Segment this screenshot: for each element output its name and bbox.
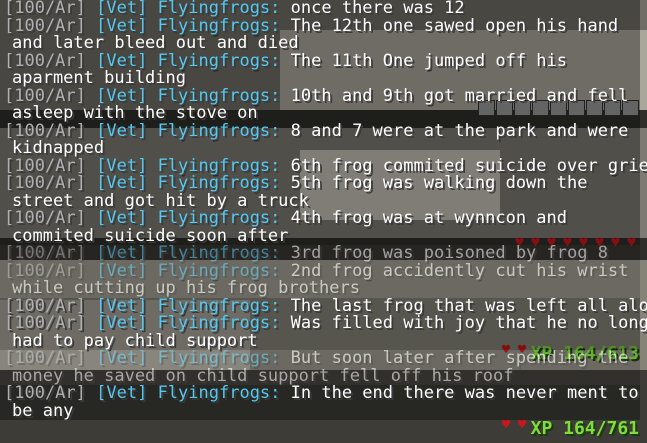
player-name: Flyingfrogs:	[157, 348, 281, 368]
vet-tag: [Vet]	[96, 173, 148, 193]
player-name: Flyingfrogs:	[157, 383, 281, 403]
heart-icon: ♥	[517, 417, 527, 433]
message-text: 8 and 7 were at the park and were	[290, 120, 629, 141]
message-text: The 12th one sawed open his hand	[290, 15, 619, 36]
rank-tag: [100/Ar]	[4, 383, 86, 403]
message-text: 10th and 9th got married and fell	[290, 85, 629, 106]
rank-tag: [100/Ar]	[4, 348, 86, 368]
player-name: Flyingfrogs:	[157, 208, 281, 228]
heart-icon: ♥	[501, 417, 511, 433]
vet-tag: [Vet]	[96, 313, 148, 333]
player-name: Flyingfrogs:	[157, 120, 281, 141]
chat-message: [100/Ar] [Vet] Flyingfrogs: 4th frog was…	[0, 208, 640, 228]
xp-label: XP 164/761	[530, 418, 639, 439]
message-text: Was filled with joy that he no longer	[290, 313, 647, 333]
vet-tag: [Vet]	[96, 348, 148, 368]
rank-tag: [100/Ar]	[4, 208, 86, 228]
vet-tag: [Vet]	[96, 208, 148, 228]
player-name: Flyingfrogs:	[157, 173, 281, 193]
chat-message-continued: be any	[0, 400, 640, 421]
chat-log: [100/Ar] [Vet] Flyingfrogs: once there w…	[0, 0, 647, 421]
rank-tag: [100/Ar]	[4, 173, 86, 193]
player-name: Flyingfrogs:	[157, 313, 281, 333]
chat-message: [100/Ar] [Vet] Flyingfrogs: Was filled w…	[0, 313, 647, 333]
message-text: The 11th One jumped off his	[290, 50, 567, 71]
message-text: In the end there was never ment to	[290, 383, 639, 403]
rank-tag: [100/Ar]	[4, 313, 86, 333]
vet-tag: [Vet]	[96, 383, 148, 403]
chat-message: [100/Ar] [Vet] Flyingfrogs: But soon lat…	[0, 348, 640, 368]
xp-readout-2: ♥ ♥ XP 164/761	[499, 418, 639, 439]
message-text: 5th frog was walking down the	[290, 173, 588, 193]
message-text: 4th frog was at wynncon and	[290, 208, 567, 228]
message-text: But soon later after spending the	[290, 348, 629, 368]
chat-message: [100/Ar] [Vet] Flyingfrogs: 5th frog was…	[0, 173, 640, 193]
chat-message: [100/Ar] [Vet] Flyingfrogs: In the end t…	[0, 383, 640, 403]
message-continuation: be any	[12, 400, 74, 421]
